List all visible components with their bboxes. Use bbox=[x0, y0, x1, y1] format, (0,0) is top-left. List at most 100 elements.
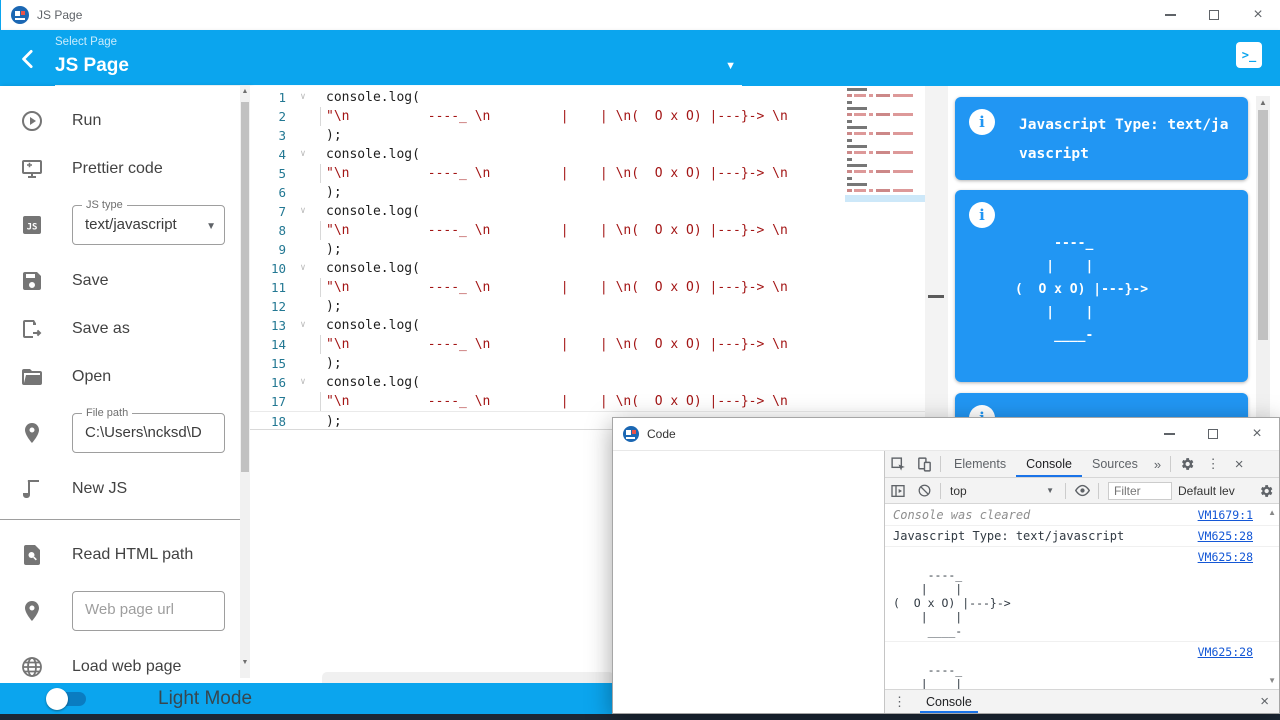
sidebar-item-run[interactable]: Run bbox=[0, 104, 240, 138]
editor-line-6[interactable]: 6); bbox=[250, 183, 925, 202]
sidebar-item-save-as[interactable]: Save as bbox=[0, 312, 240, 346]
drawer-tab-console[interactable]: Console bbox=[920, 690, 978, 713]
fold-chevron-icon[interactable]: ∨ bbox=[296, 373, 310, 392]
source-link[interactable]: VM625:28 bbox=[1198, 645, 1253, 659]
sidebar-scrollbar[interactable]: ▲ ▼ bbox=[240, 86, 250, 678]
light-mode-toggle[interactable] bbox=[50, 692, 86, 706]
fold-chevron-icon[interactable]: ∨ bbox=[296, 145, 310, 164]
editor-line-3[interactable]: 3); bbox=[250, 126, 925, 145]
tab-elements[interactable]: Elements bbox=[944, 451, 1016, 477]
sidebar-item-open[interactable]: Open bbox=[0, 360, 240, 394]
minimize-button[interactable] bbox=[1148, 0, 1192, 30]
console-settings-button[interactable] bbox=[1253, 478, 1279, 503]
close-button[interactable]: × bbox=[1236, 0, 1280, 30]
sidebar-item-label: Open bbox=[72, 368, 111, 386]
scroll-up-icon[interactable]: ▲ bbox=[1256, 98, 1270, 107]
js-type-select[interactable]: JS type text/javascript ▼ bbox=[72, 205, 225, 245]
scroll-up-icon[interactable]: ▲ bbox=[240, 88, 250, 95]
editor-line-1[interactable]: 1∨console.log( bbox=[250, 88, 925, 107]
fold-chevron-icon[interactable]: ∨ bbox=[296, 259, 310, 278]
sidebar-item-read-html[interactable]: Read HTML path bbox=[0, 538, 240, 572]
source-link[interactable]: VM625:28 bbox=[1198, 529, 1253, 543]
scroll-down-icon[interactable]: ▼ bbox=[1268, 676, 1276, 685]
fold-chevron-icon[interactable]: ∨ bbox=[296, 88, 310, 107]
live-expression-button[interactable] bbox=[1069, 478, 1095, 503]
close-devtools-button[interactable]: × bbox=[1226, 451, 1252, 477]
sidebar-item-new-js[interactable]: New JS bbox=[0, 472, 240, 506]
editor-line-14[interactable]: 14"\n ----_ \n | | \n( O x O) |---}-> \n bbox=[250, 335, 925, 354]
more-tabs-button[interactable]: » bbox=[1148, 457, 1167, 472]
minimap-line bbox=[869, 94, 873, 97]
sidebar-item-prettier[interactable]: Prettier code bbox=[0, 152, 240, 186]
minimap-line bbox=[847, 158, 852, 161]
fold-chevron-icon[interactable]: ∨ bbox=[296, 202, 310, 221]
minimap-line bbox=[876, 151, 890, 154]
editor-minimap[interactable] bbox=[845, 86, 925, 226]
inspect-element-button[interactable] bbox=[885, 451, 911, 477]
maximize-button[interactable] bbox=[1191, 418, 1235, 450]
page-select[interactable]: JS Page ▼ bbox=[55, 52, 742, 86]
console-messages[interactable]: Console was clearedVM1679:1Javascript Ty… bbox=[885, 505, 1279, 689]
editor-line-4[interactable]: 4∨console.log( bbox=[250, 145, 925, 164]
minimize-button[interactable] bbox=[1147, 418, 1191, 450]
tab-console[interactable]: Console bbox=[1016, 451, 1082, 477]
sidebar-item-label: Save as bbox=[72, 320, 130, 338]
settings-button[interactable] bbox=[1174, 451, 1200, 477]
gutter-spacer bbox=[296, 297, 310, 316]
line-number: 12 bbox=[250, 297, 296, 316]
chevron-down-icon: ▼ bbox=[1046, 486, 1054, 495]
console-sidebar-button[interactable] bbox=[885, 478, 911, 503]
js-badge-icon: JS bbox=[20, 213, 44, 237]
sidebar-item-load-web[interactable]: Load web page bbox=[0, 650, 240, 684]
sidebar-item-save[interactable]: Save bbox=[0, 264, 240, 298]
minimap-line bbox=[847, 139, 852, 142]
open-console-button[interactable]: >_ bbox=[1236, 42, 1262, 68]
scroll-down-icon[interactable]: ▼ bbox=[240, 659, 250, 666]
editor-horizontal-scrollbar[interactable] bbox=[322, 672, 614, 683]
console-filter-input[interactable] bbox=[1108, 482, 1172, 500]
source-link[interactable]: VM1679:1 bbox=[1198, 508, 1253, 522]
editor-line-16[interactable]: 16∨console.log( bbox=[250, 373, 925, 392]
editor-line-12[interactable]: 12); bbox=[250, 297, 925, 316]
devtools-menu-button[interactable]: ⋮ bbox=[1200, 451, 1226, 477]
log-levels-select[interactable]: Default lev bbox=[1178, 484, 1246, 498]
source-link[interactable]: VM625:28 bbox=[1198, 550, 1253, 564]
code-text: console.log( bbox=[310, 259, 420, 278]
close-drawer-button[interactable]: × bbox=[1260, 693, 1269, 710]
device-toolbar-button[interactable] bbox=[911, 451, 937, 477]
divider bbox=[940, 456, 941, 472]
minimap-line bbox=[869, 132, 873, 135]
editor-line-17[interactable]: 17"\n ----_ \n | | \n( O x O) |---}-> \n bbox=[250, 392, 925, 411]
editor-line-9[interactable]: 9); bbox=[250, 240, 925, 259]
code-text: "\n ----_ \n | | \n( O x O) |---}-> \n bbox=[310, 221, 788, 240]
message-text: Console was cleared bbox=[893, 508, 1030, 522]
editor-line-10[interactable]: 10∨console.log( bbox=[250, 259, 925, 278]
editor-line-13[interactable]: 13∨console.log( bbox=[250, 316, 925, 335]
line-number: 15 bbox=[250, 354, 296, 373]
code-text: "\n ----_ \n | | \n( O x O) |---}-> \n bbox=[310, 392, 788, 411]
editor-line-11[interactable]: 11 "\n ----_ \n | | \n( O x O) |---}-> \n bbox=[250, 278, 925, 297]
file-path-input[interactable]: File path C:\Users\ncksd\D bbox=[72, 413, 225, 453]
back-button[interactable] bbox=[16, 46, 42, 72]
editor-line-5[interactable]: 5"\n ----_ \n | | \n( O x O) |---}-> \n bbox=[250, 164, 925, 183]
editor-line-2[interactable]: 2"\n ----_ \n | | \n( O x O) |---}-> \n bbox=[250, 107, 925, 126]
tab-sources[interactable]: Sources bbox=[1082, 451, 1148, 477]
minimap-line bbox=[876, 170, 890, 173]
editor-line-15[interactable]: 15); bbox=[250, 354, 925, 373]
web-url-input[interactable]: Web page url bbox=[72, 591, 225, 631]
close-button[interactable]: × bbox=[1235, 418, 1279, 450]
code-text: "\n ----_ \n | | \n( O x O) |---}-> \n bbox=[310, 278, 788, 297]
editor-line-8[interactable]: 8"\n ----_ \n | | \n( O x O) |---}-> \n bbox=[250, 221, 925, 240]
scrollbar-thumb[interactable] bbox=[241, 102, 249, 472]
clear-console-button[interactable] bbox=[911, 478, 937, 503]
minimap-line bbox=[847, 113, 852, 116]
scrollbar-thumb[interactable] bbox=[1258, 110, 1268, 340]
context-selector[interactable]: top ▼ bbox=[944, 484, 1062, 498]
kebab-menu-icon[interactable]: ⋮ bbox=[893, 694, 906, 710]
maximize-button[interactable] bbox=[1192, 0, 1236, 30]
editor-line-7[interactable]: 7∨console.log( bbox=[250, 202, 925, 221]
scroll-up-icon[interactable]: ▲ bbox=[1268, 508, 1276, 517]
fold-chevron-icon[interactable]: ∨ bbox=[296, 316, 310, 335]
code-text: console.log( bbox=[310, 202, 420, 221]
line-number: 11 bbox=[250, 278, 296, 297]
